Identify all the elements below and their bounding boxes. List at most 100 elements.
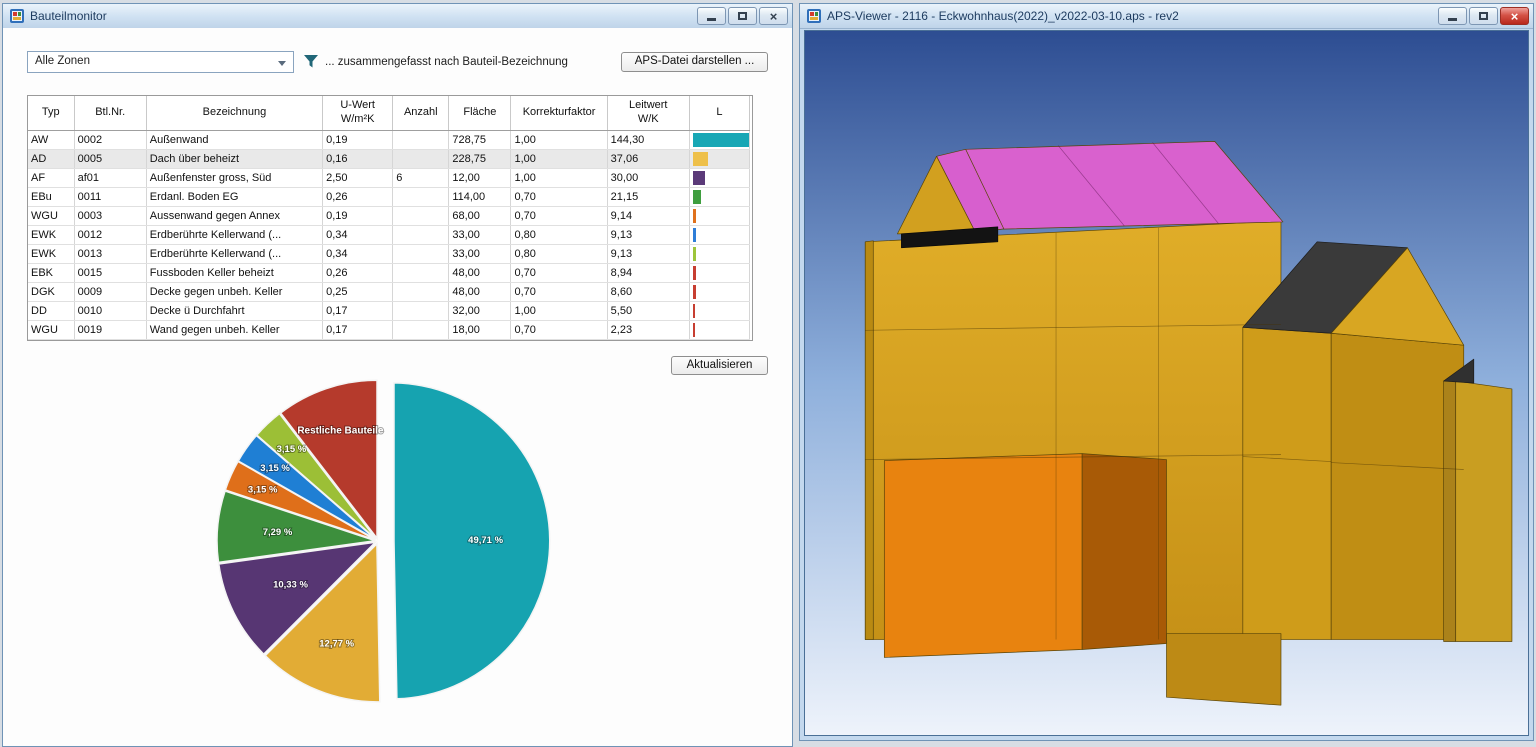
cell-anzahl — [393, 131, 449, 150]
pie-slice-label: 3,15 % — [248, 485, 278, 496]
pie-slice-label: 7,29 % — [263, 527, 293, 538]
annex-left-strip — [1444, 381, 1456, 642]
table-row[interactable]: DGK0009Decke gegen unbeh. Keller0,2548,0… — [28, 283, 750, 302]
column-header[interactable]: Korrekturfaktor — [511, 96, 607, 131]
cell-korrekturfaktor: 1,00 — [511, 131, 607, 150]
leitwert-bar — [693, 190, 702, 204]
maximize-button[interactable] — [1469, 7, 1498, 25]
cell-leitwert: 8,60 — [607, 283, 689, 302]
close-icon: × — [770, 9, 778, 24]
cell-u_wert: 0,19 — [323, 131, 393, 150]
minimize-icon — [707, 18, 716, 21]
cell-anzahl: 6 — [393, 169, 449, 188]
cell-leitwert-bar — [689, 302, 749, 321]
maximize-button[interactable] — [728, 7, 757, 25]
leitwert-bar — [693, 228, 697, 242]
cell-typ: EWK — [28, 226, 74, 245]
cell-bezeichnung: Dach über beheizt — [146, 150, 322, 169]
cell-u_wert: 0,16 — [323, 150, 393, 169]
base-passage-dark — [1082, 454, 1166, 650]
cell-nr: 0003 — [74, 207, 146, 226]
table-row[interactable]: EWK0012Erdberührte Kellerwand (...0,3433… — [28, 226, 750, 245]
pie-slice-label: 49,71 % — [468, 535, 503, 546]
column-header[interactable]: Fläche — [449, 96, 511, 131]
cell-leitwert: 5,50 — [607, 302, 689, 321]
cell-leitwert: 21,15 — [607, 188, 689, 207]
close-button[interactable]: × — [1500, 7, 1529, 25]
leitwert-bar — [693, 266, 697, 280]
cell-anzahl — [393, 245, 449, 264]
cell-nr: 0013 — [74, 245, 146, 264]
cell-korrekturfaktor: 0,80 — [511, 245, 607, 264]
table-row[interactable]: WGU0019Wand gegen unbeh. Keller0,1718,00… — [28, 321, 750, 340]
cell-typ: EBu — [28, 188, 74, 207]
maximize-icon — [738, 12, 747, 20]
cell-flaeche: 48,00 — [449, 283, 511, 302]
scene-3d — [805, 31, 1528, 735]
column-header[interactable]: U-WertW/m²K — [323, 96, 393, 131]
table-row[interactable]: DD0010Decke ü Durchfahrt0,1732,001,005,5… — [28, 302, 750, 321]
cell-u_wert: 0,34 — [323, 226, 393, 245]
table-row[interactable]: EBu0011Erdanl. Boden EG0,26114,000,7021,… — [28, 188, 750, 207]
cell-bezeichnung: Fussboden Keller beheizt — [146, 264, 322, 283]
cell-nr: 0009 — [74, 283, 146, 302]
pie-chart[interactable]: 49,71 %12,77 %10,33 %7,29 %3,15 %3,15 %3… — [208, 369, 578, 721]
cell-u_wert: 0,26 — [323, 264, 393, 283]
table-row[interactable]: EBK0015Fussboden Keller beheizt0,2648,00… — [28, 264, 750, 283]
column-header[interactable]: Anzahl — [393, 96, 449, 131]
zone-dropdown[interactable]: Alle Zonen — [27, 51, 294, 73]
minimize-button[interactable] — [697, 7, 726, 25]
window-title: APS-Viewer - 2116 - Eckwohnhaus(2022)_v2… — [827, 9, 1438, 23]
funnel-icon[interactable] — [303, 54, 319, 69]
column-header[interactable]: Bezeichnung — [146, 96, 322, 131]
cell-typ: DGK — [28, 283, 74, 302]
zone-dropdown-value: Alle Zonen — [35, 55, 90, 67]
cell-korrekturfaktor: 0,70 — [511, 188, 607, 207]
column-header[interactable]: Typ — [28, 96, 74, 131]
close-button[interactable]: × — [759, 7, 788, 25]
cell-korrekturfaktor: 0,70 — [511, 321, 607, 340]
aps-darstellen-button[interactable]: APS-Datei darstellen ... — [621, 52, 768, 72]
table-row[interactable]: AW0002Außenwand0,19728,751,00144,30 — [28, 131, 750, 150]
cell-anzahl — [393, 264, 449, 283]
bauteilmonitor-body: Alle Zonen ... zusammengefasst nach Baut… — [3, 28, 792, 746]
titlebar[interactable]: Bauteilmonitor × — [3, 4, 792, 29]
minimize-button[interactable] — [1438, 7, 1467, 25]
cell-u_wert: 0,34 — [323, 245, 393, 264]
column-header[interactable]: L — [689, 96, 749, 131]
pie-slice-label: 12,77 % — [319, 638, 354, 649]
cell-typ: EWK — [28, 245, 74, 264]
cell-leitwert: 9,13 — [607, 226, 689, 245]
cell-flaeche: 33,00 — [449, 245, 511, 264]
viewport-3d[interactable] — [804, 30, 1529, 736]
column-header[interactable]: Btl.Nr. — [74, 96, 146, 131]
lower-wall-extension — [1167, 634, 1281, 706]
base-front-wall — [884, 454, 1082, 658]
cell-korrekturfaktor: 1,00 — [511, 150, 607, 169]
table-row[interactable]: EWK0013Erdberührte Kellerwand (...0,3433… — [28, 245, 750, 264]
annex-front-wall — [1456, 381, 1512, 642]
cell-nr: 0010 — [74, 302, 146, 321]
cell-flaeche: 12,00 — [449, 169, 511, 188]
cell-anzahl — [393, 302, 449, 321]
titlebar[interactable]: APS-Viewer - 2116 - Eckwohnhaus(2022)_v2… — [800, 4, 1533, 29]
column-header[interactable]: LeitwertW/K — [607, 96, 689, 131]
pie-slice-label: 10,33 % — [273, 580, 308, 591]
aktualisieren-button[interactable]: Aktualisieren — [671, 356, 768, 375]
table-row[interactable]: AFaf01Außenfenster gross, Süd2,50612,001… — [28, 169, 750, 188]
cell-flaeche: 728,75 — [449, 131, 511, 150]
cell-typ: AD — [28, 150, 74, 169]
cell-nr: 0012 — [74, 226, 146, 245]
chevron-down-icon — [278, 61, 286, 66]
table-row[interactable]: WGU0003Aussenwand gegen Annex0,1968,000,… — [28, 207, 750, 226]
cell-leitwert-bar — [689, 150, 749, 169]
leitwert-bar — [693, 304, 695, 318]
bauteil-table: TypBtl.Nr.BezeichnungU-WertW/m²KAnzahlFl… — [28, 96, 750, 340]
cell-leitwert: 2,23 — [607, 321, 689, 340]
table-row[interactable]: AD0005Dach über beheizt0,16228,751,0037,… — [28, 150, 750, 169]
cell-leitwert-bar — [689, 131, 749, 150]
cell-bezeichnung: Decke ü Durchfahrt — [146, 302, 322, 321]
cell-nr: 0015 — [74, 264, 146, 283]
cell-korrekturfaktor: 0,70 — [511, 264, 607, 283]
cell-leitwert: 30,00 — [607, 169, 689, 188]
